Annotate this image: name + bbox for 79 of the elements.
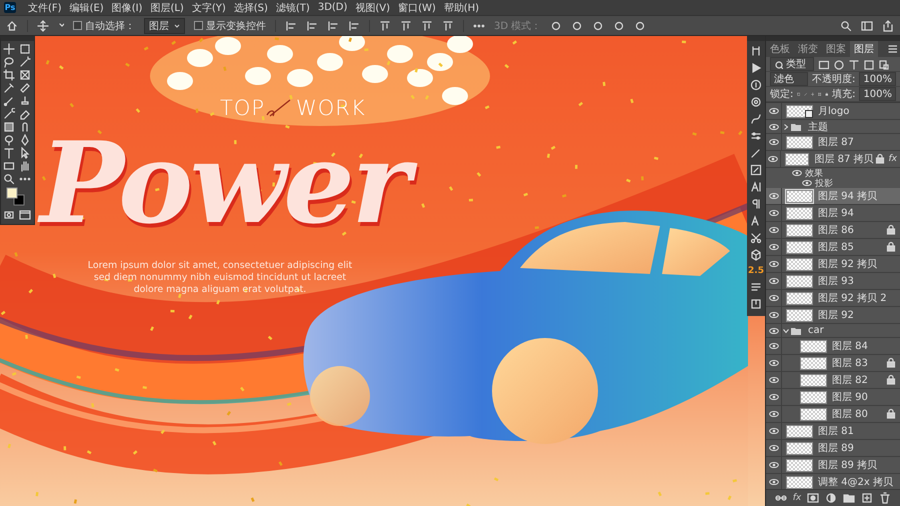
app-logo[interactable]: Ps <box>4 2 16 13</box>
layer-name: 图层 81 <box>818 425 855 438</box>
layer-name: 图层 84 <box>832 340 869 353</box>
menu-item[interactable]: 滤镜(T) <box>276 0 310 14</box>
layer-name: 图层 94 拷贝 <box>818 190 878 203</box>
opacity-label: 不透明度: <box>812 72 856 86</box>
layer-row[interactable]: 图层 82 <box>766 372 900 389</box>
body-text: Lorem ipsum dolor sit amet, consectetuer adipiscing elit sed diem nonummy nibh euismod tincidunt ut lacreet dolore magna aliguam erat volutpat. <box>86 260 354 296</box>
layer-row[interactable]: 图层 93 <box>766 273 900 290</box>
layer-name: 图层 92 拷贝 2 <box>818 292 888 305</box>
layer-name: 图层 90 <box>832 391 869 404</box>
layer-name: 图层 92 拷贝 <box>818 258 878 271</box>
panel-tab[interactable]: 图层 <box>850 41 878 57</box>
menu-item[interactable]: 文件(F) <box>28 0 62 14</box>
layer-row[interactable]: 图层 94 <box>766 205 900 222</box>
menu-item[interactable]: 图层(L) <box>150 0 184 14</box>
effect-name: 投影 <box>815 177 833 190</box>
layer-name: 图层 89 <box>818 442 855 455</box>
layer-row[interactable]: 图层 92 <box>766 307 900 324</box>
layer-row[interactable]: 图层 89 <box>766 440 900 457</box>
panel-tab[interactable]: 图案 <box>822 41 850 57</box>
layer-row[interactable]: 图层 92 拷贝 2 <box>766 290 900 307</box>
layer-row[interactable]: 图层 84 <box>766 338 900 355</box>
layer-row[interactable]: 图层 94 拷贝 <box>766 188 900 205</box>
fill-field[interactable]: 100% <box>859 87 896 101</box>
3d-mode-label: 3D 模式： <box>494 20 542 32</box>
layer-row[interactable]: 图层 90 <box>766 389 900 406</box>
menu-item[interactable]: 3D(D) <box>318 2 348 13</box>
menu-item[interactable]: 编辑(E) <box>70 0 104 14</box>
layer-name: 图层 86 <box>818 224 855 237</box>
zoom-badge[interactable]: 2.5 <box>748 266 764 276</box>
layer-row[interactable]: 图层 87 <box>766 134 900 151</box>
layer-name: 图层 87 <box>818 136 855 149</box>
layer-row[interactable]: 图层 89 拷贝 <box>766 457 900 474</box>
menu-item[interactable]: 文字(Y) <box>192 0 226 14</box>
layer-name: 图层 94 <box>818 207 855 220</box>
checkbox-label: 自动选择： <box>85 20 135 32</box>
panel-tab[interactable]: 渐变 <box>794 41 822 57</box>
headline: Power <box>40 128 424 248</box>
menu-item[interactable]: 帮助(H) <box>444 0 480 14</box>
lock-label: 锁定: <box>770 88 794 101</box>
panel-tab[interactable]: 色板 <box>766 41 794 57</box>
layer-row[interactable]: 图层 81 <box>766 423 900 440</box>
layer-name: 月logo <box>818 105 850 118</box>
layer-name: 图层 93 <box>818 275 855 288</box>
filter-dropdown[interactable]: 类型 <box>770 57 814 71</box>
layer-row[interactable]: 图层 80 <box>766 406 900 423</box>
tagline: TOP <box>220 96 266 120</box>
layer-name: 图层 92 <box>818 309 855 322</box>
layer-name: 图层 83 <box>832 357 869 370</box>
menu-item[interactable]: 图像(I) <box>112 0 142 14</box>
menu-item[interactable]: 选择(S) <box>234 0 268 14</box>
layer-row[interactable]: 图层 85 <box>766 239 900 256</box>
layer-name: 图层 80 <box>832 408 869 421</box>
effects-badge[interactable]: fx <box>888 154 897 164</box>
menu-item[interactable]: 视图(V) <box>355 0 390 14</box>
layer-name: 调整 4@2x 拷贝 <box>818 476 894 489</box>
effects-label: 效果 <box>805 168 823 178</box>
layer-row[interactable]: 图层 83 <box>766 355 900 372</box>
blend-mode-dropdown[interactable]: 滤色 <box>770 72 808 86</box>
layer-group-row[interactable]: car <box>766 324 900 338</box>
tagline: WORK <box>296 96 366 120</box>
layer-row[interactable]: 月logo <box>766 103 900 120</box>
menu-item[interactable]: 窗口(W) <box>398 0 436 14</box>
checkbox-label: 显示变换控件 <box>206 20 266 32</box>
layer-row[interactable]: 图层 92 拷贝 <box>766 256 900 273</box>
layer-name: car <box>808 325 825 336</box>
fill-label: 填充: <box>832 88 856 101</box>
layer-dropdown[interactable]: 图层 <box>144 18 185 34</box>
layer-row[interactable]: 图层 86 <box>766 222 900 239</box>
layer-group-row[interactable]: 主题 <box>766 120 900 134</box>
layer-name: 图层 82 <box>832 374 869 387</box>
add-style-button[interactable]: fx <box>792 493 802 503</box>
layer-name: 主题 <box>808 120 829 134</box>
layer-name: 图层 85 <box>818 241 855 254</box>
opacity-field[interactable]: 100% <box>859 72 896 86</box>
layer-name: 图层 89 拷贝 <box>818 459 878 472</box>
layer-name: 图层 87 拷贝 <box>814 153 874 166</box>
layer-row[interactable]: 图层 87 拷贝 fx <box>766 151 900 168</box>
